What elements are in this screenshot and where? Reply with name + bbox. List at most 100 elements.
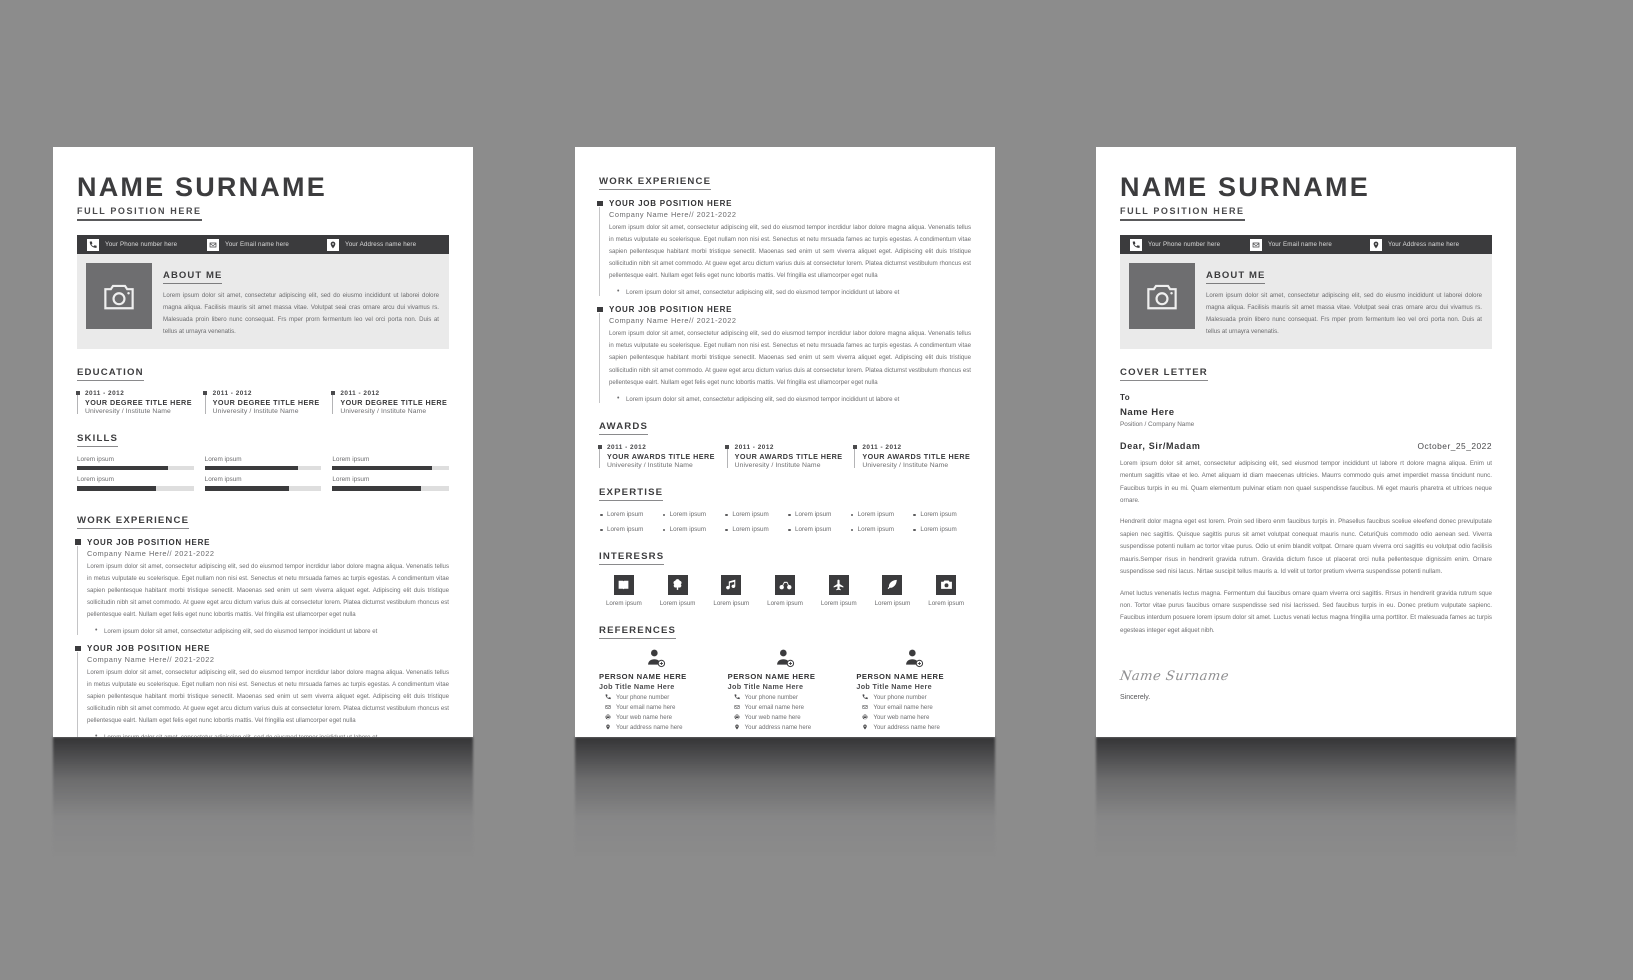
- expertise-item: Lorem ipsum: [912, 511, 971, 518]
- reference-address-text: Your address name here: [873, 723, 940, 731]
- contact-item-email[interactable]: Your Email name here: [203, 238, 323, 251]
- book-icon: [613, 574, 634, 595]
- profile-photo-placeholder[interactable]: [1129, 263, 1195, 330]
- reference-job-title: Job Title Name Here: [599, 681, 675, 691]
- reference-phone-text: Your phone number: [873, 693, 927, 701]
- award-school: Univeresity / Institute Name: [862, 461, 949, 469]
- reference-item: PERSON NAME HERE Job Title Name Here You…: [599, 648, 714, 731]
- skill-bar-track: [332, 486, 450, 491]
- interest-label: Lorem ipsum: [659, 599, 696, 607]
- references-section: REFERENCES PERSON NAME HERE Job Title Na…: [599, 620, 971, 731]
- skill-bar-track: [204, 465, 322, 471]
- award-title: YOUR AWARDS TITLE HERE: [862, 451, 971, 461]
- skill-bar-track: [204, 486, 322, 491]
- job-company: Company Name Here// 2021-2022: [609, 210, 737, 219]
- award-item: 2011 - 2012 YOUR AWARDS TITLE HERE Unive…: [852, 444, 971, 469]
- reference-email-text: Your email name here: [616, 703, 676, 711]
- skill-label: Lorem ipsum: [332, 455, 370, 463]
- interests-grid: Lorem ipsum Lorem ipsum Lorem ipsum Lore…: [599, 574, 971, 607]
- expertise-item: Lorem ipsum: [912, 526, 971, 533]
- interest-item: Lorem ipsum: [921, 574, 971, 607]
- globe-icon: [734, 714, 740, 720]
- education-school: Univeresity / Institute Name: [340, 407, 427, 415]
- cover-letter-recipient-name: Name Here: [1120, 406, 1175, 418]
- education-item: 2011 - 2012 YOUR DEGREE TITLE HERE Unive…: [203, 390, 322, 415]
- contact-text-phone: Your Phone number here: [1148, 241, 1221, 249]
- contact-item-address[interactable]: Your Address name here: [1366, 238, 1486, 251]
- page-title: NAME SURNAME: [1120, 172, 1370, 202]
- job-marker-icon: [75, 645, 81, 652]
- job-position-subtitle: FULL POSITION HERE: [1120, 206, 1245, 222]
- contact-item-phone[interactable]: Your Phone number here: [1126, 238, 1246, 251]
- cover-letter-page-3[interactable]: NAME SURNAME FULL POSITION HERE Your Pho…: [1096, 147, 1516, 737]
- contact-item-email[interactable]: Your Email name here: [1246, 238, 1366, 251]
- expertise-item: Lorem ipsum: [850, 511, 909, 518]
- job-title: YOUR JOB POSITION HERE: [87, 537, 211, 547]
- reference-item: PERSON NAME HERE Job Title Name Here You…: [856, 648, 971, 731]
- reference-address: Your address name here: [599, 724, 714, 731]
- phone-icon: [862, 694, 869, 700]
- cover-letter-heading: COVER LETTER: [1120, 367, 1208, 381]
- awards-section: AWARDS 2011 - 2012 YOUR AWARDS TITLE HER…: [597, 416, 971, 469]
- contact-text-phone: Your Phone number here: [105, 241, 178, 249]
- cover-letter-to-label: To: [1120, 392, 1130, 402]
- skills-column: Lorem ipsum Lorem ipsum: [204, 456, 322, 497]
- reference-job-title: Job Title Name Here: [727, 681, 804, 691]
- location-pin-icon: [734, 724, 739, 730]
- award-item: 2011 - 2012 YOUR AWARDS TITLE HERE Unive…: [597, 443, 716, 469]
- job-description: Lorem ipsum dolor sit amet, consectetur …: [87, 562, 449, 619]
- user-add-icon: [904, 648, 924, 668]
- interests-section: INTERESRS Lorem ipsum Lorem ipsum Lorem …: [599, 546, 971, 607]
- reference-web: Your web name here: [728, 714, 843, 721]
- phone-icon: [605, 694, 611, 700]
- reference-phone-text: Your phone number: [616, 693, 670, 701]
- job-description: Lorem ipsum dolor sit amet, consectetur …: [609, 224, 971, 280]
- interest-label: Lorem ipsum: [874, 599, 911, 607]
- signature: Name Surname: [1118, 669, 1230, 685]
- reference-email: Your email name here: [856, 704, 971, 711]
- expertise-item: Lorem ipsum: [787, 526, 846, 533]
- reference-web: Your web name here: [856, 714, 971, 721]
- page-shadow-3: [1096, 737, 1516, 857]
- expertise-item: Lorem ipsum: [662, 511, 721, 518]
- job-company: Company Name Here// 2021-2022: [87, 548, 215, 558]
- skill-item: Lorem ipsum: [204, 456, 322, 471]
- camera-icon: [1147, 285, 1177, 310]
- job-title: YOUR JOB POSITION HERE: [609, 199, 733, 208]
- reference-address: Your address name here: [856, 724, 971, 731]
- award-year: 2011 - 2012: [607, 443, 647, 451]
- expertise-item: Lorem ipsum: [599, 526, 658, 533]
- award-title: YOUR AWARDS TITLE HERE: [734, 451, 843, 461]
- reference-web: Your web name here: [599, 714, 714, 721]
- cover-letter-salutation: Dear, Sir/Madam: [1120, 440, 1201, 451]
- skill-label: Lorem ipsum: [332, 476, 370, 484]
- education-degree: YOUR DEGREE TITLE HERE: [85, 397, 192, 407]
- resume-page-2[interactable]: WORK EXPERIENCE YOUR JOB POSITION HERE C…: [575, 147, 995, 737]
- interest-label: Lorem ipsum: [713, 599, 750, 607]
- job-marker-icon: [597, 200, 603, 206]
- job-description: Lorem ipsum dolor sit amet, consectetur …: [87, 669, 449, 725]
- signature-block: Name Surname Sincerely.: [1118, 667, 1492, 701]
- skill-item: Lorem ipsum: [77, 476, 194, 491]
- email-icon: [1250, 238, 1262, 251]
- profile-photo-placeholder[interactable]: [86, 263, 152, 330]
- contact-text-email: Your Email name here: [1268, 241, 1332, 249]
- education-year: 2011 - 2012: [340, 389, 380, 397]
- contact-bar: Your Phone number here Your Email name h…: [77, 235, 449, 255]
- reference-job-title: Job Title Name Here: [856, 681, 932, 691]
- about-me-heading: ABOUT ME: [1206, 270, 1266, 285]
- expertise-item: Lorem ipsum: [724, 511, 783, 518]
- reference-email: Your email name here: [599, 704, 714, 711]
- cover-letter-paragraph: Lorem ipsum dolor sit amet, consectetur …: [1120, 459, 1492, 505]
- reference-phone: Your phone number: [728, 694, 843, 701]
- resume-page-1[interactable]: NAME SURNAME FULL POSITION HERE Your Pho…: [53, 147, 473, 737]
- globe-icon: [862, 714, 868, 720]
- reference-phone: Your phone number: [599, 694, 714, 701]
- interest-item: Lorem ipsum: [599, 574, 649, 607]
- award-year: 2011 - 2012: [734, 443, 774, 451]
- contact-item-address[interactable]: Your Address name here: [323, 238, 443, 251]
- location-pin-icon: [1370, 238, 1382, 251]
- contact-item-phone[interactable]: Your Phone number here: [83, 238, 203, 251]
- page-title: NAME SURNAME: [77, 172, 327, 202]
- cover-letter-section: COVER LETTER To Name Here Position / Com…: [1118, 362, 1492, 701]
